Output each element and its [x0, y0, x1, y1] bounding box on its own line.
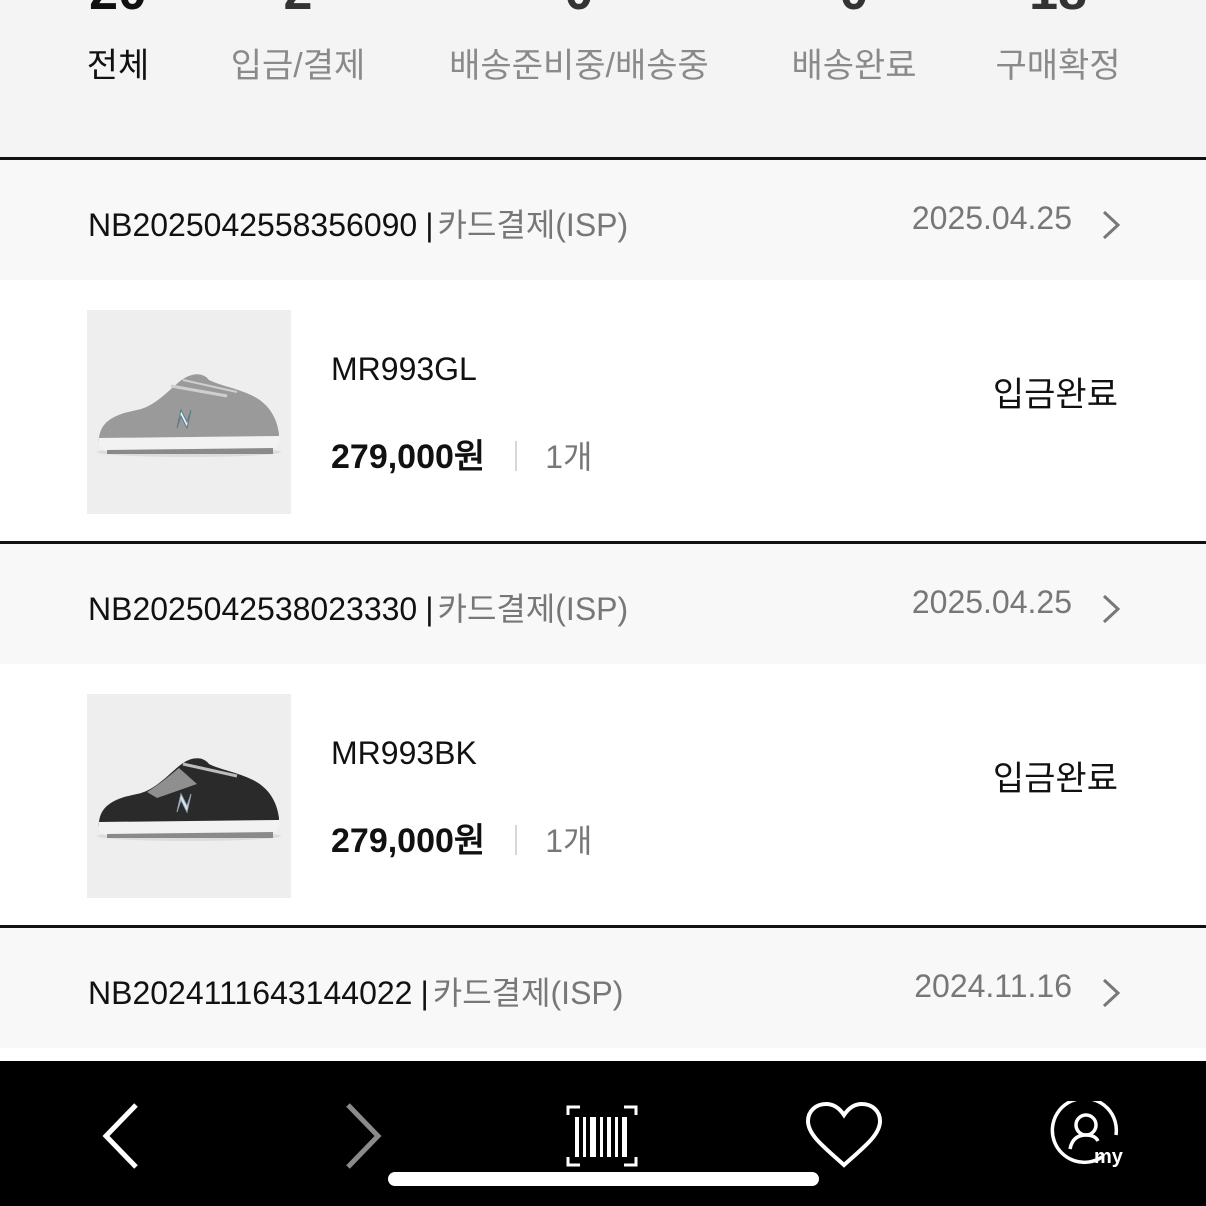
chevron-right-icon[interactable] — [1100, 594, 1122, 624]
payment-method: 카드결제(ISP) — [437, 207, 629, 243]
stat-count: 2 — [284, 0, 313, 18]
order-header[interactable]: NB2025042558356090 | 카드결제(ISP) 2025.04.25 — [0, 157, 1206, 280]
stat-count: 0 — [840, 0, 869, 18]
order-number-line: NB2025042558356090 | 카드결제(ISP) — [88, 200, 628, 246]
product-name: MR993BK — [331, 735, 477, 771]
shoe-icon — [97, 758, 281, 841]
order-date: 2025.04.25 — [911, 584, 1072, 620]
order-number: NB2025042538023330 — [88, 591, 418, 627]
order-number-line: NB2025042538023330 | 카드결제(ISP) — [88, 584, 628, 630]
separator: | — [425, 591, 434, 627]
order-item[interactable]: MR993BK 279,000원 1개 입금완료 — [0, 667, 1206, 927]
shoe-icon — [97, 374, 281, 457]
order-date: 2024.11.16 — [914, 968, 1072, 1004]
heart-icon[interactable] — [804, 1101, 884, 1171]
stat-label: 구매확정 — [995, 47, 1121, 85]
order-number-line: NB2024111643144022 | 카드결제(ISP) — [88, 968, 623, 1014]
stat-count: 20 — [89, 0, 147, 18]
order-status-summary: 20 전체 2 입금/결제 0 배송준비중/배송중 0 배송완료 18 구매확정 — [0, 0, 1206, 157]
price-row: 279,000원 1개 — [331, 429, 592, 478]
payment-method: 카드결제(ISP) — [437, 591, 629, 627]
price-row: 279,000원 1개 — [331, 813, 592, 862]
home-indicator — [388, 1172, 819, 1186]
order-number: NB2024111643144022 — [88, 975, 413, 1011]
stat-count: 0 — [565, 0, 594, 18]
chevron-right-icon[interactable] — [1100, 210, 1122, 240]
order-number: NB2025042558356090 — [88, 207, 418, 243]
my-icon[interactable]: my — [1046, 1101, 1126, 1171]
divider — [515, 441, 518, 471]
order-item[interactable]: MR993GL 279,000원 1개 입금완료 — [0, 283, 1206, 543]
stat-label: 입금/결제 — [230, 47, 366, 85]
product-quantity: 1개 — [545, 439, 593, 475]
my-label: my — [1094, 1146, 1124, 1168]
stat-label: 배송준비중/배송중 — [449, 47, 709, 85]
forward-icon[interactable] — [330, 1101, 410, 1171]
separator: | — [420, 975, 429, 1011]
stat-label: 배송완료 — [791, 47, 917, 85]
order-header[interactable]: NB2025042538023330 | 카드결제(ISP) 2025.04.25 — [0, 541, 1206, 664]
product-name: MR993GL — [331, 351, 477, 387]
payment-method: 카드결제(ISP) — [432, 975, 624, 1011]
order-status: 입금완료 — [992, 376, 1118, 414]
separator: | — [425, 207, 434, 243]
stat-count: 18 — [1029, 0, 1087, 18]
product-image[interactable] — [87, 694, 291, 898]
divider — [515, 825, 518, 855]
order-header[interactable]: NB2024111643144022 | 카드결제(ISP) 2024.11.16 — [0, 925, 1206, 1048]
product-price: 279,000원 — [331, 438, 486, 476]
barcode-icon[interactable] — [562, 1101, 642, 1171]
product-image[interactable] — [87, 310, 291, 514]
chevron-right-icon[interactable] — [1100, 978, 1122, 1008]
product-price: 279,000원 — [331, 822, 486, 860]
stat-label: 전체 — [86, 47, 150, 85]
order-date: 2025.04.25 — [911, 200, 1072, 236]
product-quantity: 1개 — [545, 823, 593, 859]
order-status: 입금완료 — [992, 760, 1118, 798]
back-icon[interactable] — [92, 1101, 172, 1171]
